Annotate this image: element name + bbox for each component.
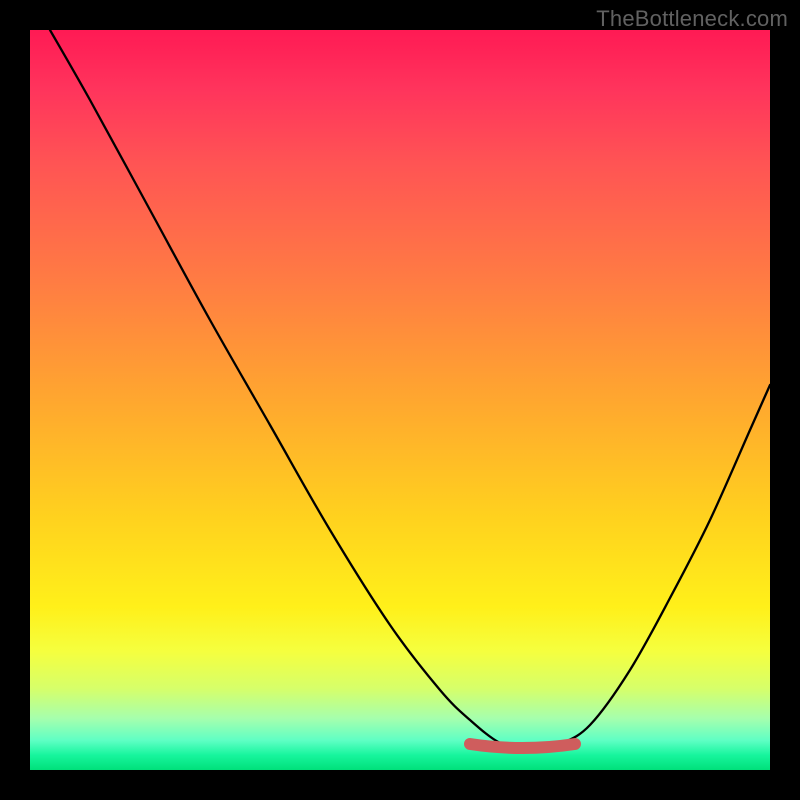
curve-svg xyxy=(30,30,770,770)
watermark-text: TheBottleneck.com xyxy=(596,6,788,32)
bottleneck-curve xyxy=(50,30,770,752)
trough-marker xyxy=(470,744,575,748)
plot-area xyxy=(30,30,770,770)
chart-frame: TheBottleneck.com xyxy=(0,0,800,800)
